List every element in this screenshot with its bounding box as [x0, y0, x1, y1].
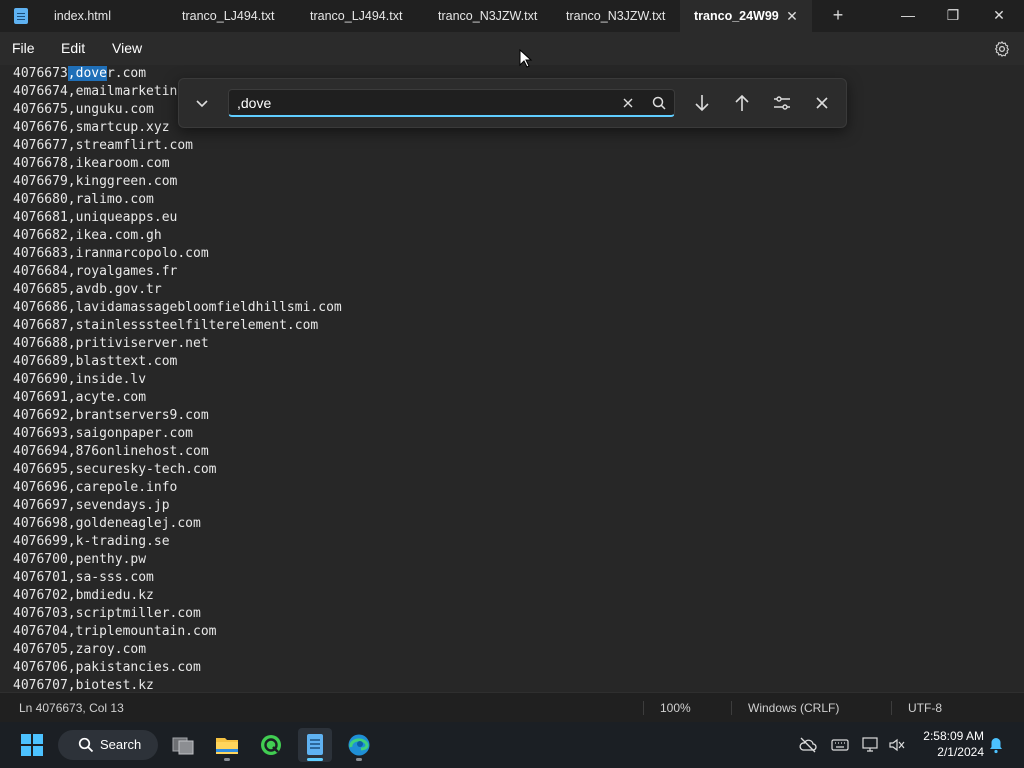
tab-tranco-n3jzw-1[interactable]: tranco_N3JZW.txt [424, 0, 552, 32]
editor-line: 4076703,scriptmiller.com [13, 606, 201, 621]
qt-app-icon [261, 735, 281, 755]
editor-line: 4076683,iranmarcopolo.com [13, 246, 209, 261]
clock-time: 2:58:09 AM [923, 729, 984, 743]
notepad-icon [307, 734, 323, 755]
editor-line: 4076691,acyte.com [13, 390, 147, 405]
line-suffix: r.com [106, 66, 147, 81]
status-divider [643, 701, 644, 715]
editor-line: 4076677,streamflirt.com [13, 138, 194, 153]
editor-line: 4076678,ikearoom.com [13, 156, 170, 171]
status-divider [731, 701, 732, 715]
active-indicator [307, 758, 323, 761]
mouse-pointer-icon [519, 49, 533, 68]
editor-line: 4076692,brantservers9.com [13, 408, 209, 423]
editor-line: 4076696,carepole.info [13, 480, 178, 495]
line-number-prefix: 4076673 [13, 66, 68, 81]
editor-line: 4076693,saigonpaper.com [13, 426, 194, 441]
tab-tranco-n3jzw-2[interactable]: tranco_N3JZW.txt [552, 0, 680, 32]
editor-line: 4076684,royalgames.fr [13, 264, 178, 279]
editor-line: 4076707,biotest.kz [13, 678, 154, 692]
windows-logo-icon [21, 734, 43, 756]
tab-tranco-lj494-1[interactable]: tranco_LJ494.txt [168, 0, 296, 32]
editor-lines: 4076673,dover.com 4076674,emailmarketin 4… [13, 65, 342, 692]
search-icon [78, 737, 94, 753]
close-window-button[interactable]: ✕ [976, 0, 1022, 32]
search-match-selection: ,dove [67, 66, 107, 81]
status-bar: Ln 4076673, Col 13 100% Windows (CRLF) U… [0, 692, 1024, 723]
search-options-sliders-icon[interactable] [770, 91, 794, 115]
close-find-icon[interactable] [810, 91, 834, 115]
editor-line: 4076702,bmdiedu.kz [13, 588, 154, 603]
editor-line: 4076698,goldeneaglej.com [13, 516, 201, 531]
tab-close-icon[interactable]: ✕ [784, 0, 800, 32]
task-view-icon [172, 737, 194, 755]
tab-tranco-lj494-2[interactable]: tranco_LJ494.txt [296, 0, 424, 32]
qt-creator-button[interactable] [254, 728, 288, 762]
edge-icon [348, 734, 370, 756]
menu-view[interactable]: View [112, 32, 142, 65]
search-icon[interactable] [647, 91, 671, 115]
tab-index-html[interactable]: index.html [40, 0, 168, 32]
running-indicator [224, 758, 230, 761]
title-bar: index.html tranco_LJ494.txt tranco_LJ494… [0, 0, 1024, 32]
cloud-offline-icon[interactable] [799, 737, 817, 753]
settings-gear-icon[interactable] [993, 40, 1011, 58]
minimize-button[interactable]: — [885, 0, 931, 32]
text-editor[interactable]: 4076673,dover.com 4076674,emailmarketin 4… [0, 65, 1024, 692]
find-input[interactable] [228, 89, 675, 117]
editor-line: 4076697,sevendays.jp [13, 498, 170, 513]
edge-browser-button[interactable] [342, 728, 376, 762]
editor-line: 4076690,inside.lv [13, 372, 147, 387]
system-clock[interactable]: 2:58:09 AM 2/1/2024 [914, 728, 984, 760]
editor-line: 4076688,pritiviserver.net [13, 336, 209, 351]
find-next-arrow-down-icon[interactable] [690, 91, 714, 115]
line-ending[interactable]: Windows (CRLF) [748, 693, 839, 723]
editor-line: 4076680,ralimo.com [13, 192, 154, 207]
keyboard-icon[interactable] [831, 738, 849, 752]
folder-icon [216, 738, 238, 754]
active-tab-label: tranco_24W99 [694, 9, 779, 23]
menu-bar: File Edit View [0, 32, 1024, 65]
editor-line: 4076699,k-trading.se [13, 534, 170, 549]
encoding[interactable]: UTF-8 [908, 693, 942, 723]
maximize-button[interactable]: ❐ [930, 0, 976, 32]
cursor-position: Ln 4076673, Col 13 [19, 701, 124, 715]
editor-line: 4076682,ikea.com.gh [13, 228, 162, 243]
volume-muted-icon[interactable] [888, 737, 906, 753]
editor-line: 4076705,zaroy.com [13, 642, 147, 657]
editor-line: 4076686,lavidamassagebloomfieldhillsmi.c… [13, 300, 342, 315]
start-button[interactable] [15, 728, 49, 762]
find-panel [178, 78, 847, 128]
zoom-level[interactable]: 100% [660, 693, 691, 723]
editor-line: 4076689,blasttext.com [13, 354, 178, 369]
new-tab-plus-icon[interactable]: + [830, 0, 846, 32]
menu-edit[interactable]: Edit [61, 32, 85, 65]
editor-line: 4076701,sa-sss.com [13, 570, 154, 585]
taskbar: Search 2:58:09 AM 2/1/2024 [0, 722, 1024, 768]
editor-line: 4076685,avdb.gov.tr [13, 282, 162, 297]
expand-replace-chevron-icon[interactable] [190, 91, 214, 115]
network-icon[interactable] [862, 737, 880, 753]
editor-line: 4076700,penthy.pw [13, 552, 147, 567]
running-indicator [356, 758, 362, 761]
editor-line: 4076681,uniqueapps.eu [13, 210, 178, 225]
clock-date: 2/1/2024 [937, 745, 984, 759]
menu-file[interactable]: File [12, 32, 35, 65]
editor-line: 4076706,pakistancies.com [13, 660, 201, 675]
editor-line: 4076695,securesky-tech.com [13, 462, 217, 477]
taskbar-search-label: Search [100, 737, 142, 752]
editor-line: 4076694,876onlinehost.com [13, 444, 209, 459]
find-previous-arrow-up-icon[interactable] [730, 91, 754, 115]
file-explorer-button[interactable] [210, 728, 244, 762]
editor-line: 4076687,stainlesssteelfilterelement.com [13, 318, 319, 333]
task-view-button[interactable] [166, 728, 200, 762]
editor-line: 4076679,kinggreen.com [13, 174, 178, 189]
editor-line: 4076704,triplemountain.com [13, 624, 217, 639]
status-divider [891, 701, 892, 715]
notepad-app-icon [14, 8, 28, 24]
notification-bell-icon[interactable] [988, 736, 1004, 754]
clear-search-icon[interactable] [616, 91, 640, 115]
taskbar-search[interactable]: Search [58, 730, 158, 760]
notepad-taskbar-button[interactable] [298, 728, 332, 762]
